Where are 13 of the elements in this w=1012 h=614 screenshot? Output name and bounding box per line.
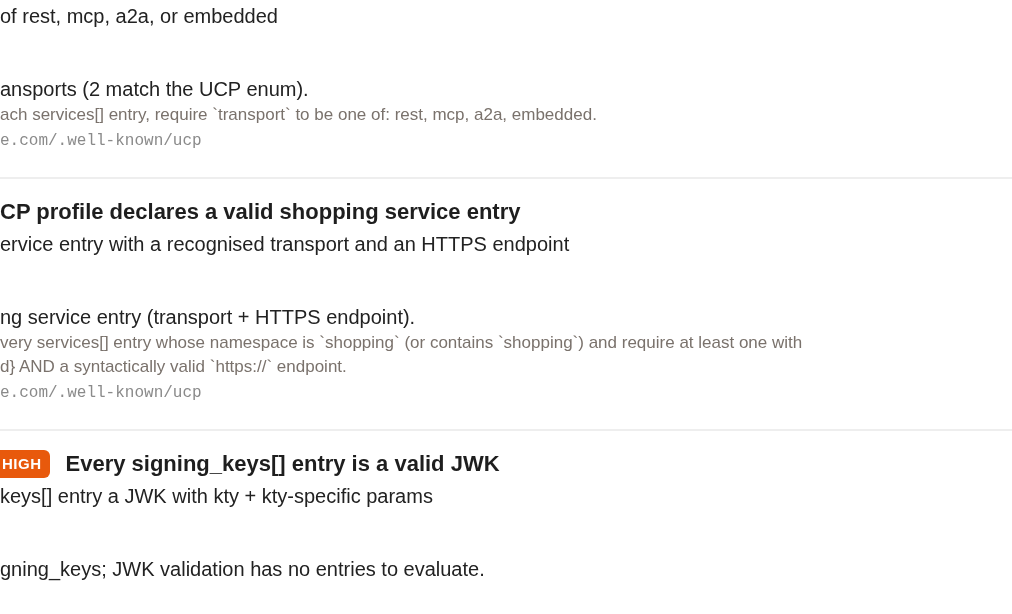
- check-title: Every signing_keys[] entry is a valid JWK: [65, 451, 500, 477]
- check-description: ervice entry with a recognised transport and an HTTPS endpoint: [0, 232, 570, 257]
- check-title: CP profile declares a valid shopping service entry: [0, 199, 521, 225]
- check-result: gning_keys; JWK validation has no entries to evaluate.: [0, 557, 485, 583]
- check-result: ng service entry (transport + HTTPS endpoint).: [0, 305, 416, 330]
- check-result: ansports (2 match the UCP enum).: [0, 77, 309, 102]
- check-description: keys[] entry a JWK with kty + kty-specific params: [0, 484, 433, 509]
- check-description: of rest, mcp, a2a, or embedded: [0, 4, 278, 29]
- check-detail: very services[] entry whose namespace is `shopping` (or contains `shopping`) and require at least one with d} AND a syntactically valid `https://` endpoint.: [0, 332, 803, 378]
- check-detail: ach services[] entry, require `transport` to be one of: rest, mcp, a2a, embedded.: [0, 104, 597, 126]
- severity-badge: HIGH: [0, 450, 50, 478]
- check-url: e.com/.well-known/ucp: [0, 131, 202, 152]
- check-url: e.com/.well-known/ucp: [0, 383, 202, 404]
